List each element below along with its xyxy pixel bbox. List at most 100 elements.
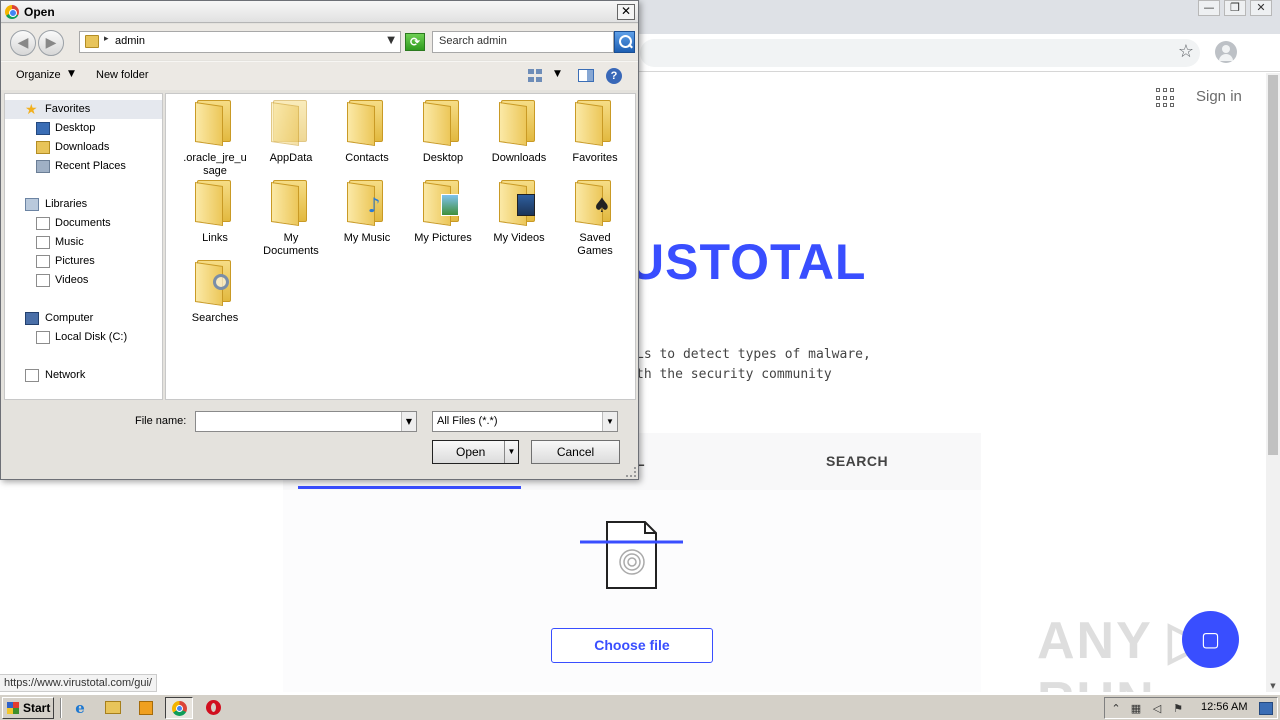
nav-item-downloads[interactable]: Downloads (5, 138, 109, 157)
libraries-icon (25, 198, 39, 211)
nav-item-label: Downloads (55, 141, 110, 153)
page-scrollbar[interactable]: ▼ (1266, 73, 1280, 692)
address-breadcrumb[interactable]: ▸ admin ▼ (79, 31, 401, 53)
show-hidden-icons-icon[interactable]: ⌃ (1109, 702, 1123, 715)
taskbar-ie[interactable]: e (66, 697, 94, 719)
file-type-select[interactable]: All Files (*.*) ▼ (432, 411, 618, 432)
chevron-down-icon[interactable]: ▼ (387, 35, 395, 46)
desktop-icon (36, 122, 50, 135)
folder-saved-games[interactable]: ♠ Saved Games (557, 180, 633, 258)
nav-item-videos[interactable]: Videos (5, 271, 88, 290)
restore-button[interactable]: ❐ (1224, 0, 1246, 16)
scroll-down-arrow-icon[interactable]: ▼ (1268, 682, 1278, 690)
folder-oracle-jre-usage[interactable]: .oracle_jre_u sage (177, 100, 253, 178)
breadcrumb-arrow-icon[interactable]: ▸ (104, 34, 109, 44)
nav-item-label: Pictures (55, 255, 95, 267)
apps-grid-icon[interactable] (1156, 88, 1176, 108)
bookmark-star-icon[interactable]: ☆ (1176, 42, 1196, 62)
dialog-close-button[interactable]: ✕ (617, 4, 635, 20)
folder-my-videos[interactable]: My Videos (481, 180, 557, 245)
show-desktop-icon[interactable] (1259, 702, 1273, 715)
start-button[interactable]: Start (2, 697, 54, 719)
sign-in-link[interactable]: Sign in (1196, 88, 1242, 105)
chevron-down-icon[interactable]: ▼ (401, 412, 416, 431)
pictures-folder-icon (423, 180, 463, 226)
profile-avatar-icon[interactable] (1215, 41, 1237, 63)
folder-label: Desktop (422, 152, 464, 164)
folder-favorites[interactable]: Favorites (557, 100, 633, 165)
computer-icon (25, 312, 39, 325)
documents-icon (36, 217, 50, 230)
folder-my-pictures[interactable]: My Pictures (405, 180, 481, 245)
network-status-icon[interactable]: ▦ (1129, 702, 1143, 715)
chat-fab-button[interactable]: ▢ (1182, 611, 1239, 668)
volume-icon[interactable]: ◁ (1150, 702, 1164, 715)
breadcrumb-location[interactable]: admin (115, 35, 145, 47)
chevron-down-icon[interactable]: ▼ (602, 412, 617, 431)
organize-button[interactable]: Organize (16, 69, 61, 81)
folder-searches[interactable]: Searches (177, 260, 253, 325)
folder-my-music[interactable]: ♪ My Music (329, 180, 405, 245)
nav-item-documents[interactable]: Documents (5, 214, 111, 233)
chevron-down-icon[interactable]: ▼ (554, 69, 561, 79)
folder-label: AppData (269, 152, 313, 164)
cancel-button[interactable]: Cancel (531, 440, 620, 464)
nav-item-local-disk[interactable]: Local Disk (C:) (5, 328, 127, 347)
minimize-button[interactable]: — (1198, 0, 1220, 16)
clock[interactable]: 12:56 AM (1201, 701, 1247, 713)
folder-appdata[interactable]: AppData (253, 100, 329, 165)
forward-arrow-icon[interactable]: ▶ (38, 30, 64, 56)
nav-item-favorites[interactable]: ★ Favorites (5, 100, 162, 119)
folder-downloads[interactable]: Downloads (481, 100, 557, 165)
dialog-titlebar[interactable]: Open ✕ (1, 1, 638, 23)
folder-desktop[interactable]: Desktop (405, 100, 481, 165)
folder-my-documents[interactable]: My Documents (253, 180, 329, 258)
taskbar: Start e ⌃ ▦ ◁ ⚑ 12:56 AM (0, 694, 1280, 720)
open-button[interactable]: Open ▼ (432, 440, 519, 464)
search-input[interactable]: Search admin (432, 31, 614, 53)
choose-file-button[interactable]: Choose file (551, 628, 713, 663)
refresh-icon[interactable]: ⟳ (405, 33, 425, 51)
file-type-value[interactable]: All Files (*.*) (437, 415, 498, 427)
nav-item-libraries[interactable]: Libraries (5, 195, 87, 214)
folder-label: .oracle_jre_u sage (183, 152, 247, 177)
folder-label: My Pictures (414, 232, 472, 244)
chevron-down-icon[interactable]: ▼ (504, 441, 518, 463)
chevron-down-icon[interactable]: ▼ (68, 69, 75, 79)
taskbar-chrome[interactable] (165, 697, 193, 719)
change-view-icon[interactable] (528, 69, 542, 82)
tab-search[interactable]: SEARCH (826, 453, 888, 469)
address-omnibox[interactable] (640, 39, 1200, 67)
nav-item-pictures[interactable]: Pictures (5, 252, 95, 271)
folder-label: Favorites (572, 152, 618, 164)
file-name-input[interactable]: ▼ (195, 411, 417, 432)
help-icon[interactable]: ? (606, 68, 622, 84)
search-icon[interactable] (614, 31, 635, 53)
folder-links[interactable]: Links (177, 180, 253, 245)
back-arrow-icon[interactable]: ◀ (10, 30, 36, 56)
scrollbar-thumb[interactable] (1268, 75, 1278, 455)
resize-grip-icon[interactable] (626, 467, 636, 477)
nav-item-recent-places[interactable]: Recent Places (5, 157, 126, 176)
folder-icon (499, 100, 539, 146)
star-icon: ★ (25, 101, 38, 117)
description-line-1: Ls to detect types of malware, (636, 347, 871, 362)
preview-pane-icon[interactable] (578, 69, 594, 82)
folder-contacts[interactable]: Contacts (329, 100, 405, 165)
nav-item-desktop[interactable]: Desktop (5, 119, 95, 138)
nav-item-label: Videos (55, 274, 89, 286)
folder-label: My Videos (493, 232, 545, 244)
close-window-button[interactable]: ✕ (1250, 0, 1272, 16)
nav-item-network[interactable]: Network (5, 366, 85, 385)
start-label: Start (23, 701, 51, 715)
action-center-flag-icon[interactable]: ⚑ (1171, 702, 1185, 715)
taskbar-opera[interactable] (199, 697, 227, 719)
new-folder-button[interactable]: New folder (96, 69, 149, 81)
nav-item-computer[interactable]: Computer (5, 309, 93, 328)
nav-item-label: Music (55, 236, 84, 248)
taskbar-explorer[interactable] (99, 697, 127, 719)
taskbar-media-player[interactable] (132, 697, 160, 719)
saved-games-folder-icon: ♠ (575, 180, 615, 226)
nav-item-music[interactable]: Music (5, 233, 84, 252)
folder-icon (347, 100, 387, 146)
